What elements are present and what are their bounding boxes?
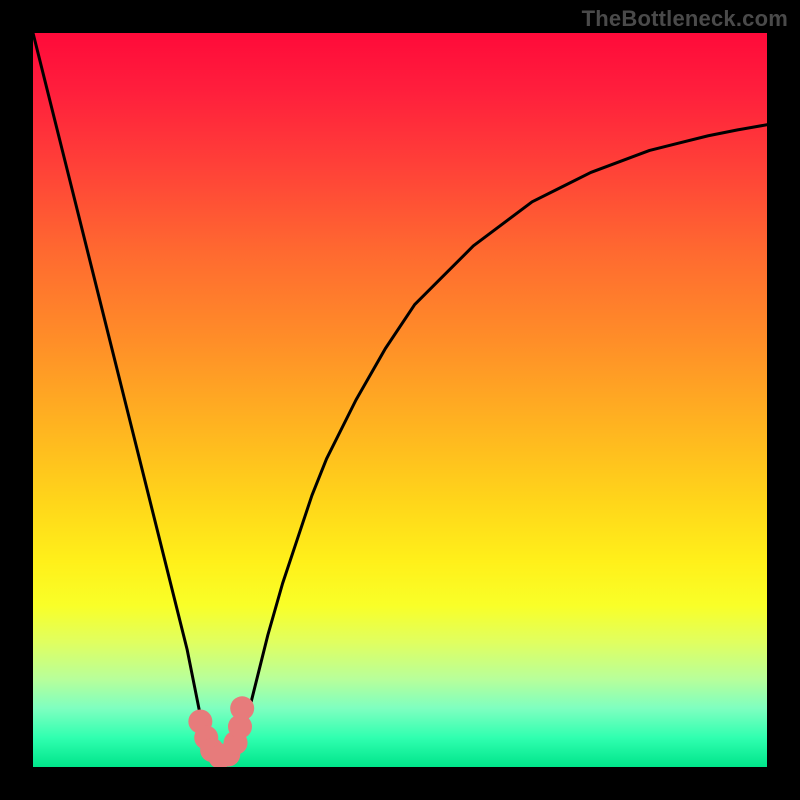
chart-frame: TheBottleneck.com <box>0 0 800 800</box>
curve-layer <box>33 33 767 767</box>
bottleneck-curve <box>33 33 767 767</box>
plot-area <box>33 33 767 767</box>
watermark-text: TheBottleneck.com <box>582 6 788 32</box>
